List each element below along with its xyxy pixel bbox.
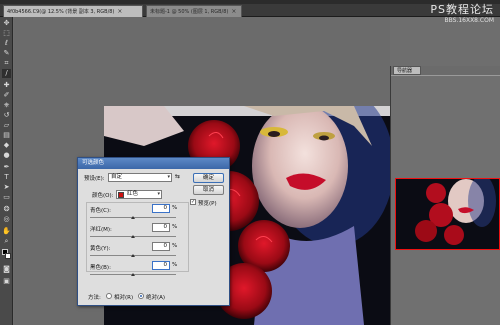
chevron-down-icon: ▾ — [157, 191, 160, 197]
lasso-tool-icon[interactable]: ℓ — [2, 39, 11, 48]
right-panel-dock: 导航器 — [390, 66, 500, 325]
clone-stamp-icon[interactable]: ⎈ — [2, 101, 11, 110]
method-relative-label: 相对(R) — [114, 295, 134, 301]
close-icon[interactable]: × — [231, 8, 236, 15]
method-absolute-radio[interactable] — [138, 293, 144, 299]
hand-tool-icon[interactable]: ✋ — [2, 227, 11, 236]
tab-label: 未标题-1 @ 50% (图层 1, RGB/8) — [150, 9, 229, 15]
preset-select-value: 自定 — [111, 174, 123, 180]
preset-select[interactable]: 自定 ▾ — [108, 173, 172, 182]
dodge-tool-icon[interactable]: ● — [2, 151, 11, 160]
black-slider-thumb[interactable] — [131, 273, 135, 276]
red-color-swatch — [118, 192, 124, 198]
close-icon[interactable]: × — [117, 8, 122, 15]
colors-select[interactable]: 红色 ▾ — [116, 190, 162, 199]
crop-tool-icon[interactable]: ⌗ — [2, 59, 11, 68]
gradient-tool-icon[interactable]: ▤ — [2, 131, 11, 140]
percent-unit: % — [172, 224, 178, 230]
background-color-swatch[interactable] — [5, 253, 11, 259]
cyan-slider-thumb[interactable] — [131, 216, 135, 219]
quick-mask-icon[interactable]: ◙ — [2, 265, 11, 274]
method-relative-radio[interactable] — [106, 293, 112, 299]
preset-options-icon[interactable]: ⇆ — [175, 173, 180, 180]
blur-tool-icon[interactable]: ◆ — [2, 141, 11, 150]
tab-label: 4f0b4566.C9(@ 12.5% (背景 副本 3, RGB/8) — [7, 9, 115, 15]
healing-brush-icon[interactable]: ✚ — [2, 81, 11, 90]
percent-unit: % — [172, 262, 178, 268]
colors-select-value: 红色 — [127, 191, 139, 197]
watermark: PS教程论坛 BBS.16XX8.COM — [416, 0, 500, 30]
brush-tool-icon[interactable]: ✐ — [2, 91, 11, 100]
watermark-title: PS教程论坛 — [430, 3, 494, 16]
selective-color-dialog: 可选颜色 预设(E): 自定 ▾ ⇆ 确定 取消 ✓ 预览(P) 颜色(O): … — [77, 157, 230, 306]
move-tool-icon[interactable]: ✥ — [2, 19, 11, 28]
tools-panel: ✥ ⬚ ℓ ✎ ⌗ / ✚ ✐ ⎈ ↺ ▱ ▤ ◆ ● ✒ T ➤ ▭ ❂ ◎ … — [0, 17, 13, 325]
preview-checkbox[interactable]: ✓ — [190, 199, 196, 205]
method-label: 方法: — [88, 295, 101, 301]
check-icon: ✓ — [191, 199, 196, 205]
preview-label: 预览(P) — [198, 201, 217, 207]
marquee-tool-icon[interactable]: ⬚ — [2, 29, 11, 38]
magenta-label: 洋红(M): — [90, 227, 112, 233]
yellow-slider-thumb[interactable] — [131, 254, 135, 257]
navigator-tab[interactable]: 导航器 — [393, 66, 421, 75]
screen-mode-icon[interactable]: ▣ — [2, 277, 11, 286]
cyan-field[interactable]: 0 — [152, 204, 170, 213]
shape-tool-icon[interactable]: ▭ — [2, 193, 11, 202]
preset-label: 预设(E): — [84, 176, 105, 182]
path-select-icon[interactable]: ➤ — [2, 183, 11, 192]
dialog-title: 可选颜色 — [78, 158, 229, 169]
quick-select-tool-icon[interactable]: ✎ — [2, 49, 11, 58]
percent-unit: % — [172, 243, 178, 249]
method-absolute-label: 绝对(A) — [146, 295, 166, 301]
pen-tool-icon[interactable]: ✒ — [2, 163, 11, 172]
ok-button[interactable]: 确定 — [193, 173, 224, 183]
3d-rotate-icon[interactable]: ❂ — [2, 205, 11, 214]
chevron-down-icon: ▾ — [167, 174, 170, 180]
cyan-label: 青色(C): — [90, 208, 111, 214]
eyedropper-tool-icon[interactable]: / — [2, 69, 11, 78]
3d-orbit-icon[interactable]: ◎ — [2, 215, 11, 224]
cancel-button[interactable]: 取消 — [193, 185, 224, 195]
colors-label: 颜色(O): — [92, 193, 114, 199]
navigator-thumbnail[interactable] — [395, 178, 500, 250]
magenta-field[interactable]: 0 — [152, 223, 170, 232]
tab-document-active[interactable]: 4f0b4566.C9(@ 12.5% (背景 副本 3, RGB/8) × — [3, 5, 143, 17]
black-label: 黑色(B): — [90, 265, 111, 271]
yellow-field[interactable]: 0 — [152, 242, 170, 251]
navigator-panel — [391, 75, 500, 325]
history-brush-icon[interactable]: ↺ — [2, 111, 11, 120]
yellow-label: 黄色(Y): — [90, 246, 111, 252]
magenta-slider-thumb[interactable] — [131, 235, 135, 238]
zoom-tool-icon[interactable]: ⌕ — [2, 237, 11, 246]
percent-unit: % — [172, 205, 178, 211]
watermark-subtitle: BBS.16XX8.COM — [444, 17, 494, 24]
navigator-thumbnail-image — [396, 179, 499, 249]
type-tool-icon[interactable]: T — [2, 173, 11, 182]
tab-document-inactive[interactable]: 未标题-1 @ 50% (图层 1, RGB/8) × — [146, 5, 242, 17]
black-field[interactable]: 0 — [152, 261, 170, 270]
eraser-tool-icon[interactable]: ▱ — [2, 121, 11, 130]
